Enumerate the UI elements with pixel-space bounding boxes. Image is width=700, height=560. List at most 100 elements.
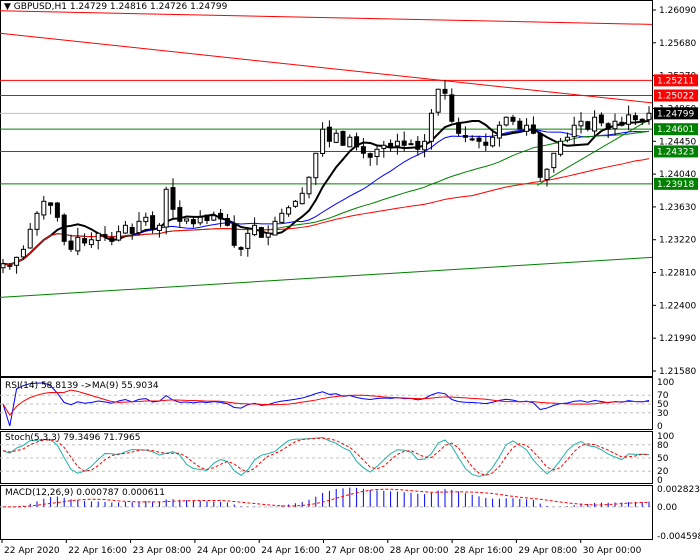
candle-body bbox=[496, 124, 502, 139]
candle bbox=[286, 205, 292, 217]
trend-line bbox=[0, 256, 653, 298]
candle-body bbox=[204, 214, 210, 222]
ohlc-label: 1.24729 1.24816 1.24726 1.24799 bbox=[69, 2, 228, 12]
candle-body bbox=[490, 136, 496, 147]
candle-body bbox=[551, 152, 557, 169]
candle-body bbox=[347, 136, 353, 148]
candle-body bbox=[218, 212, 224, 220]
price-tag: 1.25022 bbox=[654, 89, 698, 102]
candle-body bbox=[483, 141, 489, 146]
candle bbox=[197, 210, 203, 226]
candle-body bbox=[476, 137, 482, 142]
candle-body bbox=[639, 118, 645, 122]
candle bbox=[585, 120, 591, 132]
price-tag-text: 1.25211 bbox=[657, 76, 694, 86]
candle bbox=[82, 233, 88, 247]
candle bbox=[367, 152, 373, 166]
candle bbox=[524, 118, 530, 136]
candle bbox=[503, 116, 509, 127]
candle bbox=[530, 116, 536, 135]
candle-body bbox=[469, 138, 475, 141]
candle bbox=[204, 214, 210, 224]
candle-body bbox=[415, 140, 421, 150]
candle-body bbox=[265, 232, 271, 238]
rsi-tick-label: 30 bbox=[657, 409, 669, 419]
candle bbox=[116, 225, 122, 242]
candle-body bbox=[150, 215, 156, 230]
candle-body bbox=[408, 143, 414, 146]
rsi-tick-label: 100 bbox=[657, 378, 674, 388]
candle bbox=[592, 110, 598, 137]
candle-body bbox=[544, 168, 550, 181]
candle-body bbox=[48, 202, 54, 206]
candle bbox=[408, 139, 414, 146]
moving-average-line bbox=[2, 119, 650, 266]
stoch-line bbox=[2, 437, 650, 477]
candle-body bbox=[326, 126, 332, 142]
candle bbox=[258, 226, 264, 238]
candle bbox=[129, 223, 135, 240]
candle-body bbox=[88, 239, 94, 246]
candle-body bbox=[211, 215, 217, 221]
candle-body bbox=[564, 136, 570, 141]
price-tag-text: 1.23918 bbox=[657, 180, 694, 190]
candle-body bbox=[116, 231, 122, 241]
price-tag: 1.24799 bbox=[654, 107, 698, 120]
candle bbox=[95, 232, 101, 250]
candle-body bbox=[585, 121, 591, 130]
candle bbox=[626, 105, 632, 131]
candle bbox=[456, 117, 462, 137]
candle bbox=[122, 220, 128, 234]
candle-body bbox=[571, 124, 577, 138]
candle bbox=[177, 200, 183, 228]
price-tag-text: 1.24799 bbox=[657, 109, 694, 119]
candle-body bbox=[626, 114, 632, 125]
time-label: 28 Apr 16:00 bbox=[454, 546, 513, 556]
candle-body bbox=[394, 140, 400, 147]
candle-body bbox=[524, 124, 530, 132]
price-tag: 1.24601 bbox=[654, 123, 698, 136]
candle bbox=[109, 232, 115, 246]
candle bbox=[292, 199, 298, 208]
candle bbox=[537, 131, 543, 182]
macd-tick-label: 0.00 bbox=[657, 503, 677, 513]
candle bbox=[14, 256, 20, 274]
chart-window[interactable]: 1.260901.256801.252701.248601.244501.240… bbox=[0, 0, 700, 560]
time-label: 24 Apr 16:00 bbox=[261, 546, 320, 556]
candle bbox=[340, 130, 346, 146]
candle-body bbox=[367, 153, 373, 158]
candle bbox=[612, 113, 618, 136]
price-tick-label: 1.21990 bbox=[659, 334, 696, 344]
candle bbox=[347, 134, 353, 148]
candle-body bbox=[252, 224, 258, 236]
trend-line bbox=[0, 32, 653, 104]
time-label: 22 Apr 2020 bbox=[4, 546, 60, 556]
candle-body bbox=[197, 216, 203, 224]
candle bbox=[75, 227, 81, 256]
candle-body bbox=[34, 212, 40, 230]
candle bbox=[184, 218, 190, 225]
candle-body bbox=[632, 115, 638, 121]
candle bbox=[279, 208, 285, 223]
chart-canvas[interactable]: 1.260901.256801.252701.248601.244501.240… bbox=[0, 0, 700, 560]
candle bbox=[415, 136, 421, 156]
price-tick-label: 1.23630 bbox=[659, 203, 696, 213]
candle bbox=[578, 112, 584, 134]
stoch-tick-label: 80 bbox=[657, 441, 669, 451]
candle-body bbox=[61, 214, 67, 242]
time-label: 24 Apr 00:00 bbox=[197, 546, 256, 556]
candle bbox=[163, 186, 169, 235]
candle bbox=[619, 116, 625, 127]
price-tick-label: 1.23220 bbox=[659, 236, 696, 246]
candle-body bbox=[374, 148, 380, 158]
candle bbox=[54, 201, 60, 222]
price-tag: 1.25211 bbox=[654, 74, 698, 87]
candle bbox=[27, 223, 33, 249]
candle-body bbox=[258, 227, 264, 238]
dropdown-triangle-icon[interactable]: ▼ bbox=[4, 2, 11, 12]
candle-body bbox=[388, 142, 394, 148]
price-tick-label: 1.21580 bbox=[659, 367, 696, 377]
candle-body bbox=[20, 248, 26, 258]
candle bbox=[88, 232, 94, 248]
candle bbox=[422, 134, 428, 158]
